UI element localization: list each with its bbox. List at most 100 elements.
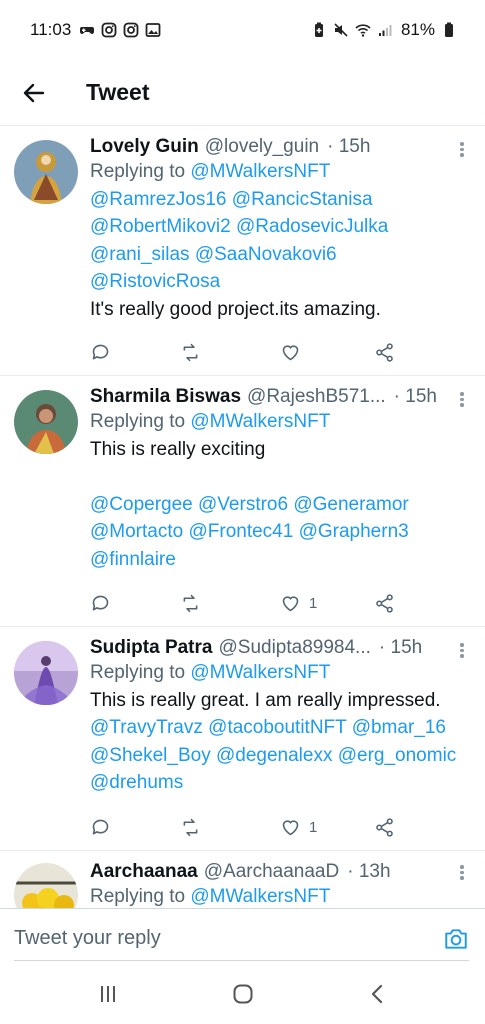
- share-icon: [376, 593, 393, 613]
- mention-line[interactable]: @Mortacto @Frontec41 @Graphern3: [90, 518, 467, 546]
- tweet-card[interactable]: Lovely Guin @lovely_guin · 15h Replying …: [0, 126, 485, 376]
- share-button[interactable]: [374, 592, 395, 614]
- author-name[interactable]: Sudipta Patra: [90, 637, 212, 659]
- image-icon: [145, 23, 161, 37]
- replying-to-handle[interactable]: @MWalkersNFT: [190, 411, 330, 432]
- back-button[interactable]: [14, 73, 54, 113]
- more-options-button[interactable]: [457, 140, 467, 160]
- instagram-icon: [101, 22, 117, 38]
- mention-line[interactable]: @RistovicRosa: [90, 268, 467, 296]
- reply-icon: [92, 344, 109, 359]
- retweet-icon: [183, 343, 198, 361]
- system-back-button[interactable]: [358, 974, 398, 1014]
- tweet-card[interactable]: Sudipta Patra @Sudipta89984... · 15h Rep…: [0, 627, 485, 851]
- avatar[interactable]: [14, 641, 78, 705]
- tweet-time: · 13h: [347, 861, 391, 882]
- like-button[interactable]: 1: [280, 816, 374, 838]
- reply-divider: [14, 960, 469, 961]
- reply-button[interactable]: [90, 816, 180, 838]
- heart-icon: [282, 595, 299, 611]
- more-options-button[interactable]: [457, 641, 467, 661]
- chevron-left-icon: [371, 984, 382, 1004]
- mention-line[interactable]: @TravyTravz @tacoboutitNFT @bmar_16: [90, 714, 467, 742]
- instagram-icon: [123, 22, 139, 38]
- retweet-button[interactable]: [180, 816, 280, 838]
- battery-icon: [445, 22, 453, 37]
- author-handle[interactable]: @RajeshB571...: [247, 386, 386, 408]
- system-nav-bar: [0, 968, 485, 1020]
- author-name[interactable]: Sharmila Biswas: [90, 386, 241, 408]
- share-button[interactable]: [374, 816, 395, 838]
- reply-feed[interactable]: Lovely Guin @lovely_guin · 15h Replying …: [0, 126, 485, 908]
- replying-to-handle[interactable]: @MWalkersNFT: [190, 886, 330, 907]
- heart-icon: [282, 344, 299, 360]
- tweet-text: This is really exciting: [90, 438, 266, 460]
- signal-icon: [378, 25, 392, 36]
- like-button[interactable]: [280, 341, 374, 363]
- wifi-icon: [355, 24, 371, 37]
- more-options-button[interactable]: [457, 390, 467, 410]
- mention-line[interactable]: @Copergee @Verstro6 @Generamor: [90, 491, 467, 519]
- retweet-icon: [183, 594, 198, 612]
- replying-to-prefix: Replying to: [90, 411, 186, 432]
- replying-to-prefix: Replying to: [90, 886, 186, 907]
- tweet-text: It's really good project.its amazing.: [90, 298, 381, 320]
- status-bar: 11:03 81%: [0, 0, 485, 60]
- mention-line[interactable]: @RobertMikovi2 @RadosevicJulka: [90, 213, 467, 241]
- mention-line[interactable]: @Shekel_Boy @degenalexx @erg_onomic: [90, 742, 467, 770]
- reply-button[interactable]: [90, 592, 180, 614]
- replying-to-prefix: Replying to: [90, 662, 186, 683]
- tweet-card[interactable]: Aarchaanaa @AarchaanaaD · 13h Replying t…: [0, 851, 485, 908]
- status-time: 11:03: [30, 20, 72, 39]
- avatar[interactable]: [14, 390, 78, 454]
- like-count: 1: [309, 594, 318, 612]
- battery-saver-icon: [314, 22, 323, 37]
- like-button[interactable]: 1: [280, 592, 374, 614]
- replying-to-handle[interactable]: @MWalkersNFT: [190, 161, 330, 182]
- reply-button[interactable]: [90, 341, 180, 363]
- mention-line[interactable]: @finnlaire: [90, 546, 467, 574]
- replying-to: Replying to @MWalkersNFT: [90, 883, 467, 908]
- mention-line[interactable]: @rani_silas @SaaNovakovi6: [90, 241, 467, 269]
- more-options-button[interactable]: [457, 863, 467, 883]
- battery-percentage: 81%: [400, 20, 435, 39]
- replying-to: Replying to @MWalkersNFT: [90, 408, 467, 436]
- like-count: 1: [309, 818, 318, 836]
- avatar[interactable]: [14, 140, 78, 204]
- reply-icon: [92, 819, 109, 834]
- recent-apps-button[interactable]: [88, 974, 128, 1014]
- replying-to: Replying to @MWalkersNFT: [90, 158, 467, 186]
- mention-line[interactable]: @drehums: [90, 769, 467, 797]
- author-handle[interactable]: @AarchaanaaD: [204, 861, 339, 883]
- tweet-time: · 15h: [393, 386, 437, 407]
- avatar[interactable]: [14, 863, 78, 908]
- action-bar: [90, 341, 410, 363]
- action-bar: 1: [90, 592, 410, 614]
- retweet-button[interactable]: [180, 592, 280, 614]
- home-button[interactable]: [223, 974, 263, 1014]
- reply-icon: [92, 595, 109, 610]
- tweet-card[interactable]: Sharmila Biswas @RajeshB571... · 15h Rep…: [0, 376, 485, 627]
- replying-to: Replying to @MWalkersNFT: [90, 659, 467, 687]
- mute-icon: [334, 23, 348, 37]
- author-handle[interactable]: @Sudipta89984...: [218, 637, 370, 659]
- tweet-time: · 15h: [327, 136, 371, 157]
- mention-line[interactable]: @RamrezJos16 @RancicStanisa: [90, 186, 467, 214]
- retweet-icon: [183, 818, 198, 836]
- replying-to-handle[interactable]: @MWalkersNFT: [190, 662, 330, 683]
- home-icon: [233, 984, 252, 1004]
- retweet-button[interactable]: [180, 341, 280, 363]
- author-name[interactable]: Lovely Guin: [90, 136, 199, 158]
- reply-input[interactable]: Tweet your reply: [14, 927, 161, 950]
- camera-button[interactable]: [441, 924, 471, 954]
- replying-to-prefix: Replying to: [90, 161, 186, 182]
- author-handle[interactable]: @lovely_guin: [205, 136, 319, 158]
- share-button[interactable]: [374, 341, 395, 363]
- share-icon: [376, 342, 393, 362]
- page-title: Tweet: [86, 79, 150, 105]
- author-name[interactable]: Aarchaanaa: [90, 861, 198, 883]
- game-icon: [80, 27, 95, 34]
- tweet-time: · 15h: [378, 637, 423, 658]
- recent-apps-icon: [100, 986, 115, 1002]
